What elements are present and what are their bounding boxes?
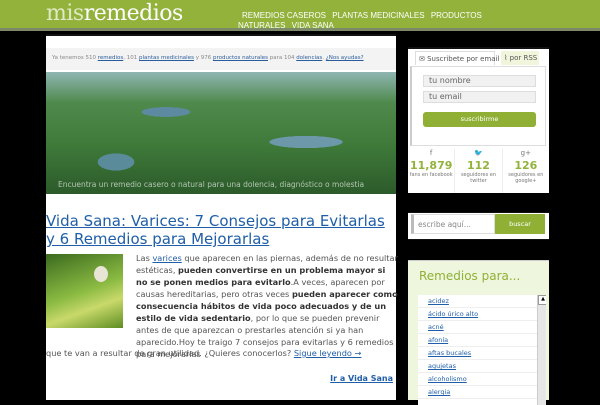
list-item[interactable]: agujetas (418, 360, 546, 373)
list-item[interactable]: ácido úrico alto (418, 308, 546, 321)
email-input[interactable]: tu email (423, 91, 536, 103)
varices-link[interactable]: varices (152, 253, 181, 263)
social-stats: f 11,879 fans en facebook 🐦 112 seguidores e… (408, 149, 549, 193)
name-input[interactable]: tu nombre (423, 75, 536, 87)
remedios-link[interactable]: remedios (98, 55, 124, 61)
remedios-widget: Remedios para... acidez ácido úrico alto… (408, 260, 549, 405)
tab-email[interactable]: ✉ Suscribete por email (415, 51, 499, 65)
subscribe-button[interactable]: suscribirme (423, 112, 536, 127)
post-excerpt-end: que te van a resultar de gran utilidad. … (46, 348, 362, 358)
search-input[interactable]: escribe aquí... (411, 214, 495, 234)
googleplus-stat[interactable]: g+ 126 seguidores en google+ (503, 149, 549, 193)
subscribe-widget: ✉ Suscribete por email ⌇ por RSS tu nomb… (408, 47, 549, 193)
googleplus-icon: g+ (520, 149, 531, 157)
list-item[interactable]: afonía (418, 334, 546, 347)
productos-link[interactable]: productos naturales (213, 55, 268, 61)
search-button[interactable]: buscar (495, 214, 545, 234)
main-nav: REMEDIOS CASEROS PLANTAS MEDICINALES PRO… (238, 11, 508, 31)
twitter-stat[interactable]: 🐦 112 seguidores en twitter (455, 149, 503, 193)
list-scrollbar[interactable] (537, 295, 546, 405)
remedios-title: Remedios para... (419, 269, 521, 283)
twitter-icon: 🐦 (474, 149, 483, 157)
list-item[interactable]: aftas bucales (418, 347, 546, 360)
search-widget: escribe aquí... buscar (408, 212, 549, 240)
help-link[interactable]: ¿Nos ayudas? (326, 55, 364, 61)
nav-remedios-caseros[interactable]: REMEDIOS CASEROS (242, 11, 326, 20)
goto-vida-sana-link[interactable]: Ir a Vida Sana (330, 374, 393, 383)
dolencias-link[interactable]: dolencias (296, 55, 322, 61)
post-excerpt: Las varices que aparecen en las piernas,… (136, 253, 398, 359)
stats-notice: Ya tenemos 510 remedios, 101 plantas med… (46, 48, 396, 70)
site-header: misremedios REMEDIOS CASEROS PLANTAS MED… (0, 0, 600, 31)
facebook-icon: f (429, 149, 433, 157)
list-item[interactable]: acné (418, 321, 546, 334)
nav-vida-sana[interactable]: VIDA SANA (292, 21, 334, 30)
plantas-link[interactable]: plantas medicinales (139, 55, 194, 61)
tab-rss[interactable]: ⌇ por RSS (501, 51, 539, 65)
post-title[interactable]: Vida Sana: Varices: 7 Consejos para Evit… (46, 212, 391, 248)
list-item[interactable]: alergia (418, 386, 546, 399)
remedios-list: acidez ácido úrico alto acné afonía afta… (418, 295, 546, 405)
list-item[interactable]: acidez (418, 295, 546, 308)
site-logo[interactable]: misremedios (46, 1, 183, 26)
hero-text: Encuentra un remedio casero o natural pa… (58, 180, 365, 189)
read-more-link[interactable]: Sigue leyendo → (294, 348, 362, 358)
list-item[interactable]: alcoholismo (418, 373, 546, 386)
nav-plantas-medicinales[interactable]: PLANTAS MEDICINALES (332, 11, 424, 20)
envelope-icon: ✉ (419, 55, 428, 63)
post-thumbnail[interactable] (46, 254, 123, 328)
hero-banner: Encuentra un remedio casero o natural pa… (46, 72, 396, 194)
facebook-stat[interactable]: f 11,879 fans en facebook (408, 149, 456, 193)
main-content: Ya tenemos 510 remedios, 101 plantas med… (46, 34, 398, 400)
